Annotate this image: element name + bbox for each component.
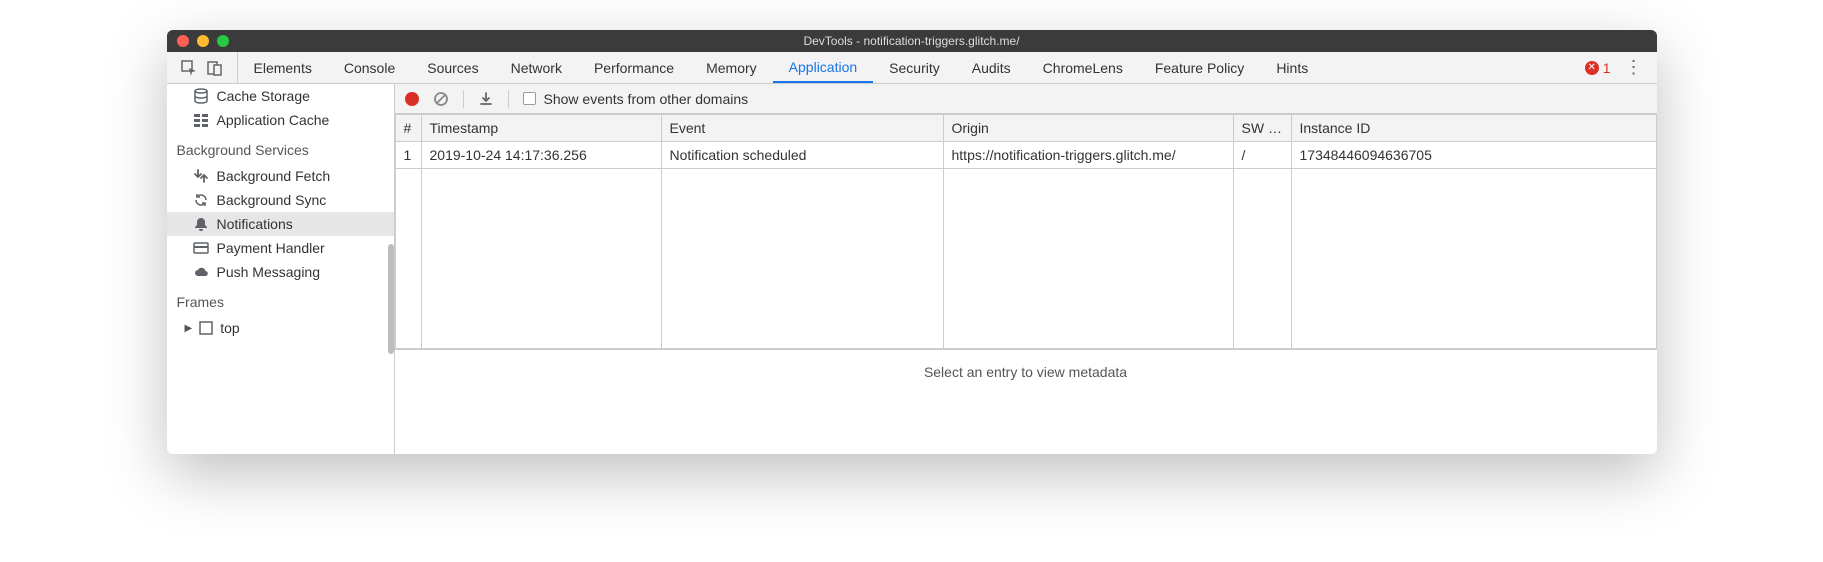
download-icon <box>478 91 494 107</box>
sidebar-item-cache-storage[interactable]: Cache Storage <box>167 84 394 108</box>
table-empty-space <box>395 169 1656 349</box>
tabs-right: ✕ 1 ⋮ <box>1585 52 1657 83</box>
table-row[interactable]: 1 2019-10-24 14:17:36.256 Notification s… <box>395 142 1656 169</box>
toolbar-separator <box>508 90 509 108</box>
main: Cache Storage Application Cache Backgrou… <box>167 84 1657 454</box>
checkbox-icon <box>523 92 536 105</box>
fetch-icon <box>193 168 209 184</box>
tab-network[interactable]: Network <box>495 52 578 83</box>
window-controls <box>167 35 229 47</box>
sidebar-item-label: Background Sync <box>217 192 327 208</box>
sidebar-item-label: Cache Storage <box>217 88 310 104</box>
download-button[interactable] <box>478 91 494 107</box>
tab-application[interactable]: Application <box>773 52 874 83</box>
sync-icon <box>193 192 209 208</box>
clear-button[interactable] <box>433 91 449 107</box>
sidebar-section-frames: Frames <box>167 284 394 316</box>
toolbar: Show events from other domains <box>395 84 1657 114</box>
tab-feature-policy[interactable]: Feature Policy <box>1139 52 1260 83</box>
minimize-window-button[interactable] <box>197 35 209 47</box>
panel-tabs: Elements Console Sources Network Perform… <box>238 52 1325 83</box>
bell-icon <box>193 216 209 232</box>
sidebar: Cache Storage Application Cache Backgrou… <box>167 84 395 454</box>
cell-num: 1 <box>395 142 421 169</box>
inspect-element-icon[interactable] <box>181 60 197 76</box>
record-button[interactable] <box>405 92 419 106</box>
events-table: # Timestamp Event Origin SW … Instance I… <box>395 114 1657 349</box>
sidebar-item-label: Background Fetch <box>217 168 331 184</box>
error-count: 1 <box>1603 60 1611 76</box>
more-options-icon[interactable]: ⋮ <box>1625 57 1643 78</box>
tab-sources[interactable]: Sources <box>411 52 494 83</box>
table-header-row: # Timestamp Event Origin SW … Instance I… <box>395 115 1656 142</box>
sidebar-item-background-sync[interactable]: Background Sync <box>167 188 394 212</box>
tabs-bar: Elements Console Sources Network Perform… <box>167 52 1657 84</box>
sidebar-item-label: top <box>220 320 239 336</box>
card-icon <box>193 240 209 256</box>
frame-icon <box>198 320 214 336</box>
inspect-tools <box>167 52 238 83</box>
sidebar-item-label: Push Messaging <box>217 264 321 280</box>
toolbar-separator <box>463 90 464 108</box>
col-header-num[interactable]: # <box>395 115 421 142</box>
sidebar-item-label: Payment Handler <box>217 240 325 256</box>
clear-icon <box>433 91 449 107</box>
tab-performance[interactable]: Performance <box>578 52 690 83</box>
sidebar-item-application-cache[interactable]: Application Cache <box>167 108 394 132</box>
col-header-timestamp[interactable]: Timestamp <box>421 115 661 142</box>
sidebar-item-push-messaging[interactable]: Push Messaging <box>167 260 394 284</box>
tab-chromelens[interactable]: ChromeLens <box>1027 52 1139 83</box>
sidebar-item-label: Notifications <box>217 216 293 232</box>
maximize-window-button[interactable] <box>217 35 229 47</box>
content-panel: Show events from other domains # Timesta… <box>395 84 1657 454</box>
cloud-icon <box>193 264 209 280</box>
metadata-hint: Select an entry to view metadata <box>395 349 1657 400</box>
sidebar-item-background-fetch[interactable]: Background Fetch <box>167 164 394 188</box>
tab-security[interactable]: Security <box>873 52 956 83</box>
titlebar: DevTools - notification-triggers.glitch.… <box>167 30 1657 52</box>
error-indicator[interactable]: ✕ 1 <box>1585 60 1611 76</box>
checkbox-label: Show events from other domains <box>544 91 749 107</box>
cell-event: Notification scheduled <box>661 142 943 169</box>
sidebar-item-frame-top[interactable]: ▶ top <box>167 316 394 340</box>
cell-timestamp: 2019-10-24 14:17:36.256 <box>421 142 661 169</box>
cell-sw: / <box>1233 142 1291 169</box>
window-title: DevTools - notification-triggers.glitch.… <box>167 34 1657 48</box>
database-icon <box>193 88 209 104</box>
tab-memory[interactable]: Memory <box>690 52 773 83</box>
device-toolbar-icon[interactable] <box>207 60 223 76</box>
close-window-button[interactable] <box>177 35 189 47</box>
sidebar-item-notifications[interactable]: Notifications <box>167 212 394 236</box>
col-header-sw[interactable]: SW … <box>1233 115 1291 142</box>
cell-origin: https://notification-triggers.glitch.me/ <box>943 142 1233 169</box>
disclosure-triangle-icon[interactable]: ▶ <box>185 323 193 334</box>
sidebar-scrollbar[interactable] <box>388 244 394 354</box>
col-header-event[interactable]: Event <box>661 115 943 142</box>
devtools-window: DevTools - notification-triggers.glitch.… <box>167 30 1657 454</box>
tab-audits[interactable]: Audits <box>956 52 1027 83</box>
record-icon <box>405 92 419 106</box>
tab-hints[interactable]: Hints <box>1260 52 1324 83</box>
error-icon: ✕ <box>1585 61 1599 75</box>
show-other-domains-checkbox[interactable]: Show events from other domains <box>523 91 749 107</box>
sidebar-item-payment-handler[interactable]: Payment Handler <box>167 236 394 260</box>
sidebar-item-label: Application Cache <box>217 112 330 128</box>
cell-instance: 17348446094636705 <box>1291 142 1656 169</box>
tab-elements[interactable]: Elements <box>238 52 328 83</box>
tab-console[interactable]: Console <box>328 52 411 83</box>
col-header-instance[interactable]: Instance ID <box>1291 115 1656 142</box>
grid-icon <box>193 112 209 128</box>
col-header-origin[interactable]: Origin <box>943 115 1233 142</box>
sidebar-section-background-services: Background Services <box>167 132 394 164</box>
